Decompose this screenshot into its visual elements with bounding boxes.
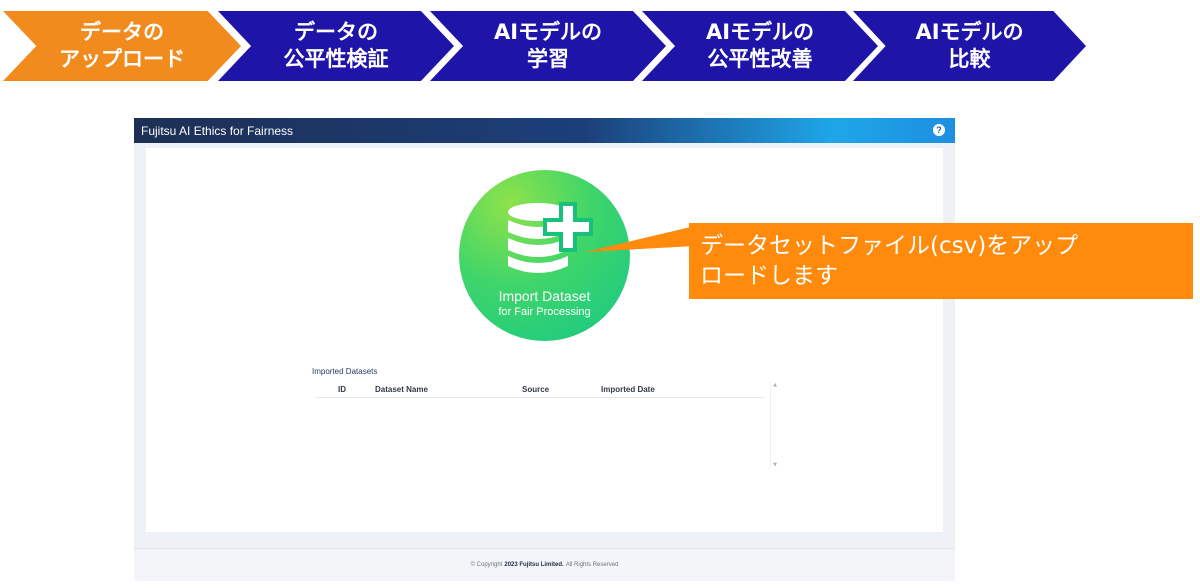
column-header-id[interactable]: ID — [338, 385, 346, 394]
step-line1: AIモデルの — [705, 20, 815, 44]
step-ai-model-training[interactable]: AIモデルの 学習 — [430, 11, 666, 81]
column-header-imported-date[interactable]: Imported Date — [601, 385, 655, 394]
callout-line2: ロードします — [700, 263, 838, 289]
workflow-steps: データの アップロード データの 公平性検証 AIモデルの 学習 AIモデルの 公平性改… — [0, 0, 1200, 90]
help-icon[interactable]: ? — [933, 124, 945, 136]
callout-pointer — [585, 226, 695, 252]
step-line1: データの — [80, 20, 164, 44]
callout-line1: データセットファイル(csv)をアップ — [700, 233, 1079, 259]
step-line2: 公平性検証 — [283, 47, 389, 71]
callout-box: データセットファイル(csv)をアップ ロードします — [689, 223, 1193, 299]
table-header: ID Dataset Name Source Imported Date — [316, 381, 764, 398]
app-title: Fujitsu AI Ethics for Fairness — [141, 123, 294, 138]
step-line2: アップロード — [59, 47, 185, 71]
app-header: Fujitsu AI Ethics for Fairness ? — [134, 118, 955, 143]
step-line1: データの — [294, 20, 378, 44]
main-card: Import Dataset for Fair Processing Impor… — [146, 148, 943, 532]
import-dataset-title: Import Dataset — [498, 288, 591, 304]
scroll-up-icon[interactable]: ▲ — [772, 382, 778, 388]
scroll-down-icon[interactable]: ▼ — [772, 462, 778, 468]
step-line2: 比較 — [948, 47, 991, 71]
imported-datasets-title: Imported Datasets — [312, 367, 378, 376]
footer-rights: All Rights Reserved — [565, 562, 619, 568]
footer-company: 2023 Fujitsu Limited. — [504, 562, 564, 568]
column-header-dataset-name[interactable]: Dataset Name — [375, 385, 428, 394]
import-dataset-subtitle: for Fair Processing — [498, 306, 591, 318]
imported-datasets-table: ID Dataset Name Source Imported Date ▲ ▼ — [316, 381, 778, 469]
footer-copyright-prefix: © Copyright — [470, 562, 503, 568]
database-add-icon — [508, 202, 593, 273]
step-line2: 公平性改善 — [707, 47, 813, 71]
step-ai-model-compare[interactable]: AIモデルの 比較 — [853, 11, 1086, 81]
step-line1: AIモデルの — [493, 20, 603, 44]
step-ai-model-fairness-improve[interactable]: AIモデルの 公平性改善 — [642, 11, 878, 81]
step-data-fairness-check[interactable]: データの 公平性検証 — [218, 11, 454, 81]
table-scrollbar[interactable]: ▲ ▼ — [770, 381, 778, 469]
column-header-source[interactable]: Source — [522, 385, 549, 394]
step-line2: 学習 — [526, 47, 569, 71]
step-data-upload[interactable]: データのアップロード — [3, 11, 241, 81]
app-window: Fujitsu AI Ethics for Fairness ? Import … — [134, 118, 955, 581]
app-footer: © Copyright 2023 Fujitsu Limited. All Ri… — [134, 548, 955, 581]
step-line1: AIモデルの — [915, 20, 1024, 44]
